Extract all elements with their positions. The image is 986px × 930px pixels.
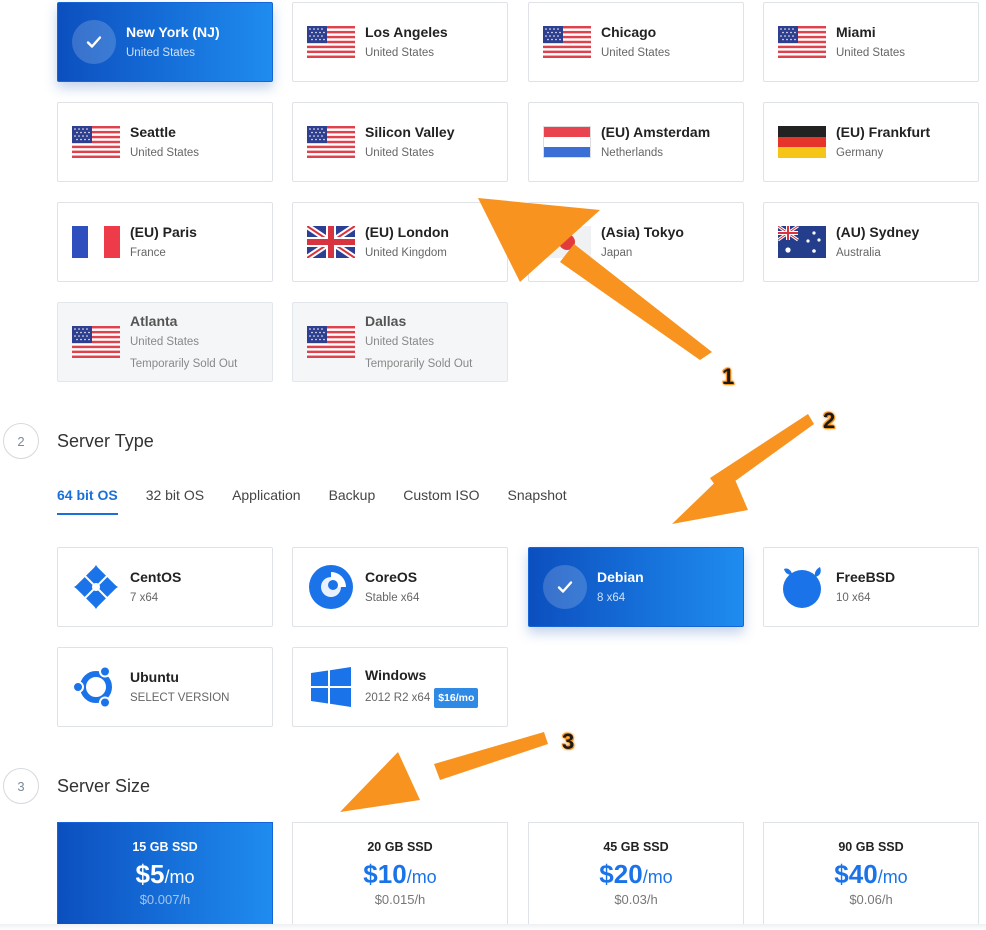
arrow-1	[478, 198, 712, 360]
annotation-number-3: 3	[562, 729, 575, 754]
annotation-number-1: 1	[722, 364, 735, 389]
arrow-3	[340, 732, 548, 812]
annotation-arrows	[340, 198, 814, 812]
arrow-2	[672, 414, 814, 524]
annotation-number-2: 2	[823, 408, 836, 433]
